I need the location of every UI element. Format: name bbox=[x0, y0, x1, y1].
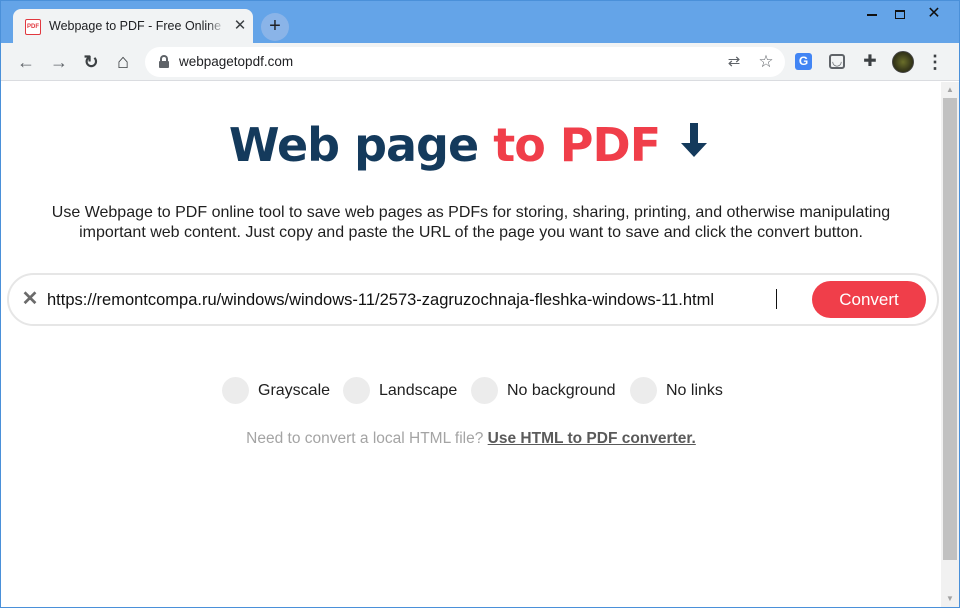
address-url[interactable]: webpagetopdf.com bbox=[179, 54, 293, 69]
browser-window: PDF Webpage to PDF - Free Online Co ✕ + … bbox=[0, 0, 960, 608]
page-title: Web page to PDF bbox=[1, 116, 941, 173]
download-arrow-icon bbox=[675, 122, 713, 166]
landscape-toggle[interactable] bbox=[343, 377, 370, 404]
grayscale-toggle[interactable] bbox=[222, 377, 249, 404]
translate-icon[interactable]: ⇄ bbox=[723, 51, 745, 73]
google-translate-extension-icon[interactable]: G bbox=[795, 53, 812, 70]
scroll-down-arrow-icon[interactable]: ▼ bbox=[941, 591, 959, 607]
tab-title: Webpage to PDF - Free Online Co bbox=[49, 19, 225, 35]
maximize-icon bbox=[895, 10, 905, 20]
minimize-button[interactable] bbox=[857, 5, 887, 23]
home-icon[interactable]: ⌂ bbox=[110, 49, 136, 75]
option-label: Landscape bbox=[379, 382, 458, 399]
tab-close-icon[interactable]: ✕ bbox=[231, 17, 249, 35]
pocket-extension-icon[interactable]: ◡ bbox=[829, 54, 845, 69]
url-form: ✕ Convert bbox=[7, 273, 939, 326]
html-to-pdf-link[interactable]: Use HTML to PDF converter. bbox=[488, 430, 696, 447]
no-links-toggle[interactable] bbox=[630, 377, 657, 404]
tab-strip: PDF Webpage to PDF - Free Online Co ✕ + … bbox=[1, 1, 959, 43]
forward-icon[interactable]: → bbox=[46, 49, 72, 75]
lock-icon[interactable] bbox=[159, 55, 169, 68]
tab-webpage-to-pdf[interactable]: PDF Webpage to PDF - Free Online Co ✕ bbox=[13, 9, 253, 43]
profile-avatar[interactable] bbox=[892, 51, 914, 73]
reload-icon[interactable]: ↻ bbox=[78, 49, 104, 75]
no-background-toggle[interactable] bbox=[471, 377, 498, 404]
convert-button[interactable]: Convert bbox=[812, 281, 926, 318]
address-bar[interactable]: webpagetopdf.com ⇄ ☆ bbox=[145, 47, 785, 77]
intro-text: Use Webpage to PDF online tool to save w… bbox=[51, 204, 891, 241]
browser-toolbar: ← → ↻ ⌂ webpagetopdf.com ⇄ ☆ G ◡ ✚ ⋮ bbox=[1, 43, 959, 81]
browser-menu-icon[interactable]: ⋮ bbox=[922, 49, 948, 75]
maximize-button[interactable] bbox=[885, 5, 915, 23]
hint-text: Need to convert a local HTML file? bbox=[246, 430, 488, 447]
pdf-favicon-icon: PDF bbox=[25, 19, 41, 35]
url-input[interactable] bbox=[47, 288, 807, 312]
title-part-web-page: Web page bbox=[228, 118, 494, 172]
new-tab-button[interactable]: + bbox=[261, 13, 289, 41]
option-label: Grayscale bbox=[258, 382, 331, 399]
conversion-options: Grayscale Landscape No background No lin… bbox=[1, 376, 941, 406]
clear-url-icon[interactable]: ✕ bbox=[19, 288, 41, 310]
page-viewport: Web page to PDF Use Webpage to PDF onlin… bbox=[1, 82, 941, 607]
html-converter-hint: Need to convert a local HTML file? Use H… bbox=[1, 430, 941, 448]
option-label: No background bbox=[507, 382, 616, 399]
minimize-icon bbox=[867, 13, 877, 16]
bookmark-star-icon[interactable]: ☆ bbox=[755, 51, 777, 73]
scroll-up-arrow-icon[interactable]: ▲ bbox=[941, 82, 959, 98]
title-part-to-pdf: to PDF bbox=[493, 118, 661, 172]
text-caret bbox=[776, 289, 777, 309]
extensions-puzzle-icon[interactable]: ✚ bbox=[860, 52, 880, 72]
option-label: No links bbox=[666, 382, 723, 399]
scrollbar-thumb[interactable] bbox=[943, 98, 957, 560]
window-close-button[interactable]: ✕ bbox=[919, 5, 949, 23]
back-icon[interactable]: ← bbox=[13, 49, 39, 75]
vertical-scrollbar[interactable]: ▲ ▼ bbox=[941, 82, 959, 607]
